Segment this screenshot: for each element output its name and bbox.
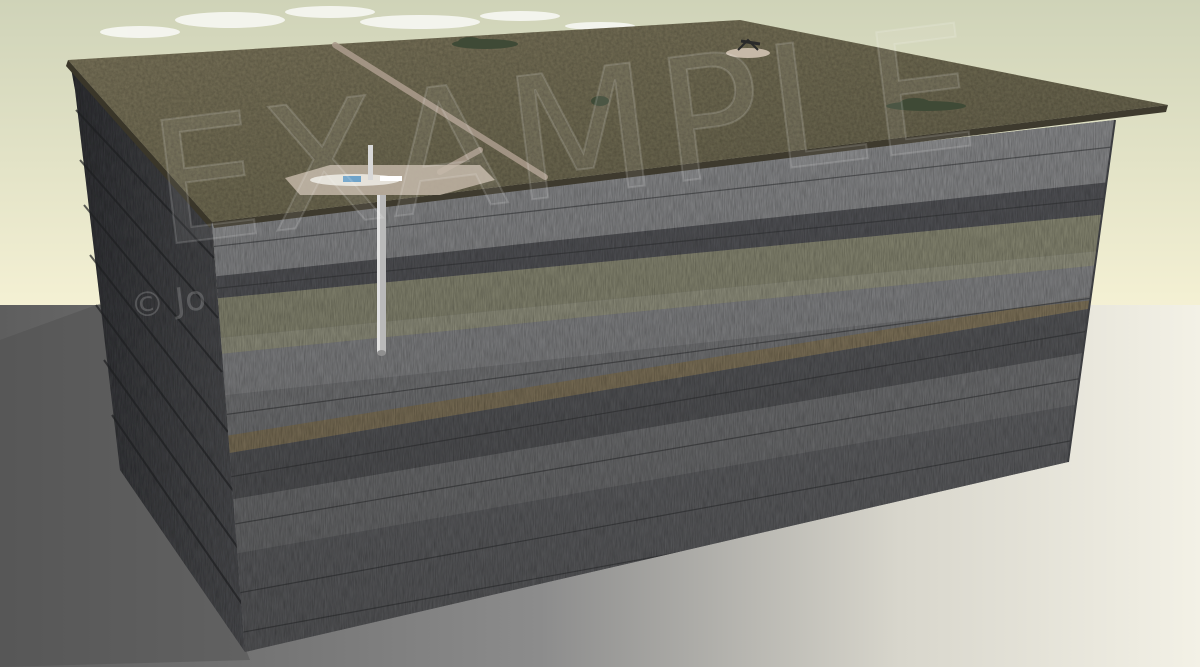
block-diagram: EXAMPLE © Jo [0, 0, 1200, 667]
